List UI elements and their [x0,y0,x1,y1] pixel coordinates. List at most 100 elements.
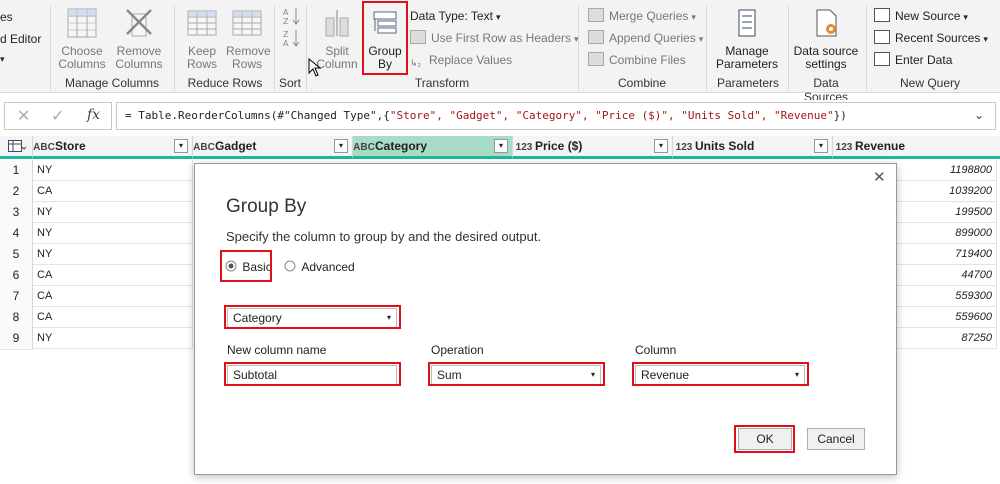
divider [866,6,867,90]
files-icon [588,52,604,66]
keep-rows-button[interactable]: Keep Rows [180,8,224,71]
enter-data-button[interactable]: Enter Data [874,51,952,69]
text-type-icon: ABC [353,142,375,153]
append-queries-button[interactable]: Append Queries ▾ [588,29,703,47]
dialog-title: Group By [226,196,307,217]
column-name: Revenue [855,139,906,153]
divider [706,6,707,90]
new-column-name-label: New column name [227,343,327,357]
filter-dropdown-icon[interactable]: ▾ [494,139,508,153]
data-type-dropdown[interactable]: Data Type: Text ▾ [410,7,500,25]
column-header-price[interactable]: 123 Price ($) ▾ [513,136,673,159]
row-number[interactable]: 6 [0,265,33,287]
filter-dropdown-icon[interactable]: ▾ [654,139,668,153]
table-cell[interactable]: CA [33,307,193,328]
table-menu-button[interactable] [0,136,33,159]
reduce-rows-group-label: Reduce Rows [187,76,263,90]
chevron-down-icon: ▾ [698,34,704,44]
table-icon [8,140,27,152]
ribbon: es d Editor ▾ Choose Columns Remove Colu… [0,0,1000,104]
partial-ribbon-item[interactable]: es [0,8,13,26]
column-header-revenue[interactable]: 123 Revenue [833,136,1000,159]
table-cell[interactable]: NY [33,223,193,244]
data-source-settings-label: Data source settings [793,44,859,71]
replace-values-button[interactable]: ↳₂ Replace Values [410,51,512,69]
row-number[interactable]: 7 [0,286,33,308]
expand-formula-icon[interactable]: ⌄ [974,108,984,122]
table-cell[interactable]: NY [33,328,193,349]
row-number[interactable]: 3 [0,202,33,224]
basic-highlight [220,250,272,282]
data-type-label: Data Type: Text [410,9,493,23]
remove-columns-button[interactable]: Remove Columns [112,8,166,71]
column-header-store[interactable]: ABCStore ▾ [33,136,193,159]
cancel-button[interactable]: Cancel [807,428,865,450]
column-header-category[interactable]: ABCCategory ▾ [353,136,513,159]
sort-descending-button[interactable]: Z A [280,28,302,51]
table-cell[interactable]: CA [33,181,193,202]
number-type-icon: 123 [835,142,853,153]
svg-text:Z: Z [283,30,289,39]
advanced-radio[interactable]: Advanced [284,257,355,277]
parameters-icon [738,9,756,37]
table-cell[interactable]: CA [33,265,193,286]
use-first-row-button[interactable]: Use First Row as Headers ▾ [410,29,579,47]
divider [578,6,579,90]
operation-label: Operation [431,343,484,357]
filter-dropdown-icon[interactable]: ▾ [814,139,828,153]
combine-files-button[interactable]: Combine Files [588,51,686,69]
recent-sources-button[interactable]: Recent Sources ▾ [874,29,988,47]
column-name: Gadget [215,139,257,153]
first-row-icon [410,30,426,44]
replace-values-icon: ↳₂ [410,58,422,68]
operation-highlight [428,362,605,386]
column-highlight [632,362,809,386]
remove-rows-button[interactable]: Remove Rows [226,8,271,71]
close-icon[interactable]: ✕ [873,168,886,186]
manage-columns-group-label: Manage Columns [64,76,160,90]
row-number[interactable]: 5 [0,244,33,266]
column-header-units-sold[interactable]: 123 Units Sold ▾ [673,136,833,159]
merge-queries-button[interactable]: Merge Queries ▾ [588,7,696,25]
filter-dropdown-icon[interactable]: ▾ [334,139,348,153]
number-type-icon: 123 [515,142,533,153]
choose-columns-button[interactable]: Choose Columns [56,8,108,71]
table-cell[interactable]: CA [33,286,193,307]
table-cell[interactable]: NY [33,244,193,265]
row-number[interactable]: 2 [0,181,33,203]
svg-text:A: A [283,8,289,17]
number-type-icon: 123 [675,142,693,153]
manage-parameters-label: Manage Parameters [715,44,779,71]
cancel-formula-icon[interactable]: ✕ [17,106,30,126]
text-type-icon: ABC [33,142,55,153]
combine-files-label: Combine Files [609,53,686,67]
row-number[interactable]: 1 [0,160,33,182]
append-queries-label: Append Queries [609,31,696,45]
new-source-button[interactable]: New Source ▾ [874,7,968,25]
manage-parameters-button[interactable]: Manage Parameters [714,8,780,71]
table-cell[interactable]: NY [33,160,193,181]
row-number[interactable]: 8 [0,307,33,329]
svg-text:Z: Z [283,17,289,26]
filter-dropdown-icon[interactable]: ▾ [174,139,188,153]
data-source-settings-button[interactable]: Data source settings [792,8,860,71]
formula-args: "Store", "Gadget", "Category", "Price ($… [389,109,834,122]
row-number[interactable]: 9 [0,328,33,350]
column-name: Units Sold [695,139,755,153]
formula-controls: ✕ ✓ fx [4,102,112,130]
divider [274,6,275,90]
divider [788,6,789,90]
recent-sources-label: Recent Sources [895,31,981,45]
confirm-formula-icon[interactable]: ✓ [51,106,64,126]
column-header-gadget[interactable]: ABCGadget ▾ [193,136,353,159]
chevron-down-icon: ▾ [0,54,5,64]
advanced-editor-button[interactable]: d Editor [0,30,41,48]
sort-ascending-icon: A Z [283,8,300,26]
divider [50,6,51,90]
column-name: Category [375,139,428,153]
fx-icon[interactable]: fx [87,107,100,123]
table-cell[interactable]: NY [33,202,193,223]
formula-input[interactable]: = Table.ReorderColumns(#"Changed Type",{… [116,102,996,130]
sort-ascending-button[interactable]: A Z [280,6,302,29]
row-number[interactable]: 4 [0,223,33,245]
